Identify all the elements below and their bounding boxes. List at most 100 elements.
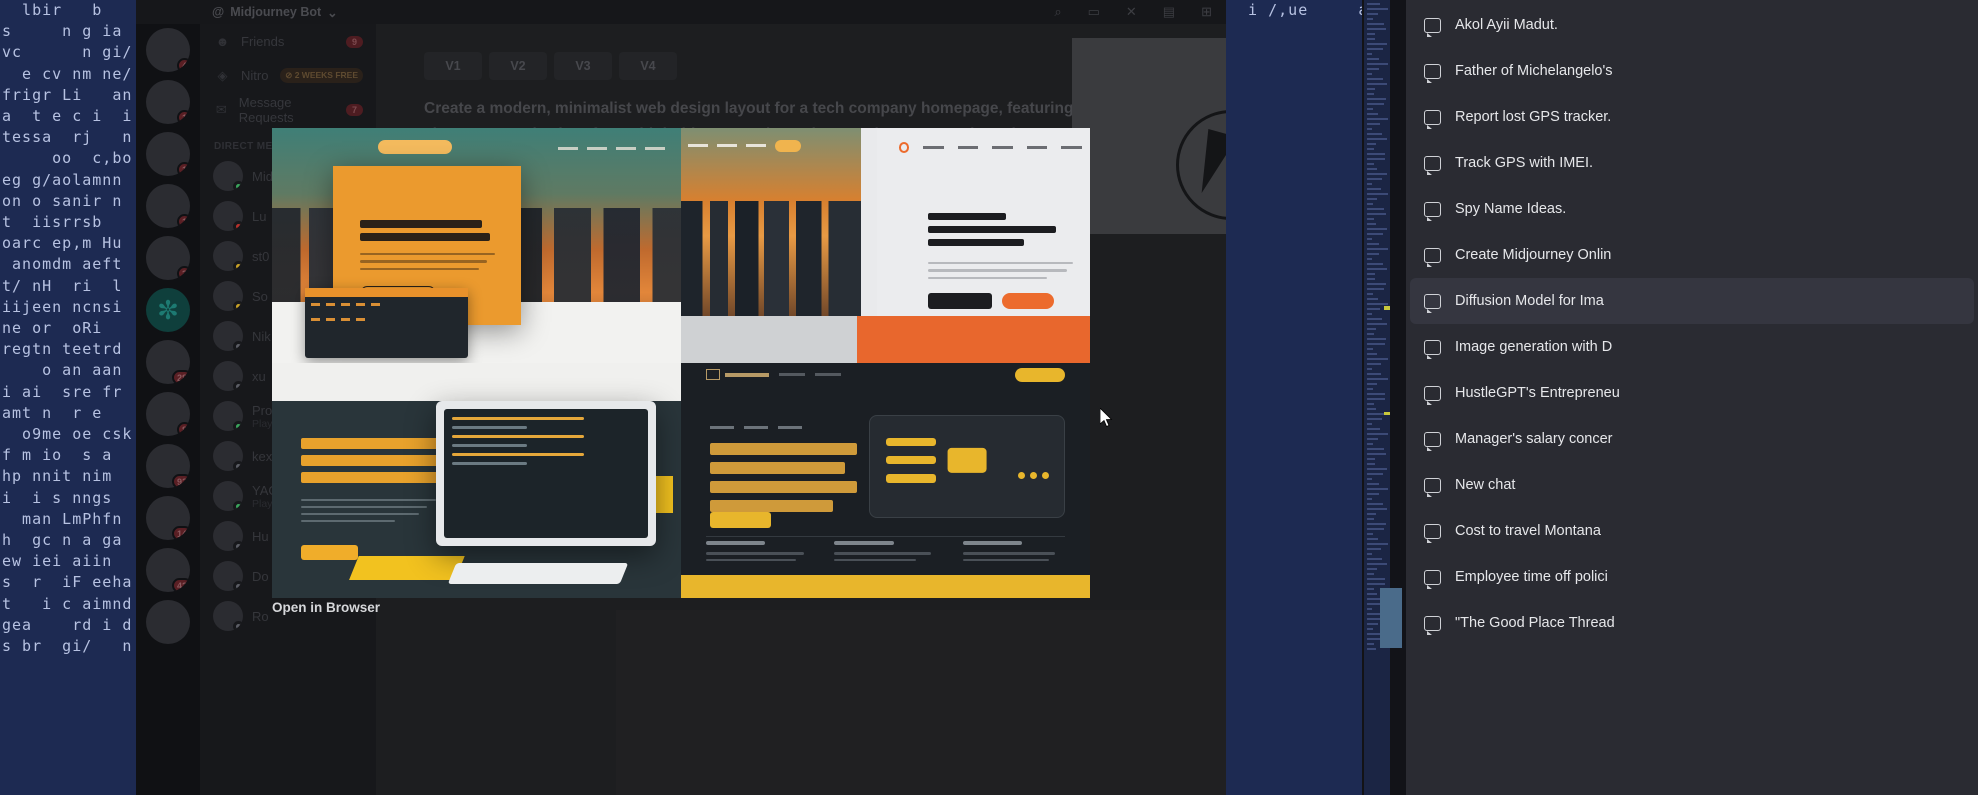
channel-title[interactable]: @ Midjourney Bot ⌄ (212, 5, 338, 20)
chat-list-item[interactable]: "The Good Place Thread (1410, 600, 1974, 646)
code-line: h gc n a ga (2, 531, 123, 550)
guild-avatar-openai[interactable]: ✼ (146, 288, 190, 332)
chat-bubble-icon (1424, 293, 1441, 313)
chat-list-item[interactable]: New chat (1410, 462, 1974, 508)
chat-list-item[interactable]: Manager's salary concer (1410, 416, 1974, 462)
dm-meta: Hu (252, 529, 269, 544)
chat-list-item[interactable]: Track GPS with IMEI. (1410, 140, 1974, 186)
inbox-icon[interactable]: ▭ (1088, 4, 1100, 20)
version-button-v1[interactable]: V1 (424, 52, 482, 80)
dm-meta: So (252, 289, 268, 304)
minimap-line (1367, 363, 1382, 365)
topbar-cta (1015, 367, 1066, 382)
code-editor-right[interactable]: i /,ue ayh e /Msrt e ,atohmm r oonn n wg… (1226, 0, 1362, 795)
minimap-line (1367, 333, 1375, 335)
chatgpt-conversation-list[interactable]: Akol Ayii Madut. Father of Michelangelo's… (1406, 0, 1978, 795)
guild-rail[interactable]: 4 1 1 1 3 ✼ 28 8 92 14 42 (136, 24, 200, 795)
guild-avatar-8[interactable]: 92 (146, 444, 190, 488)
chat-title: Track GPS with IMEI. (1455, 155, 1594, 171)
guild-avatar-2[interactable]: 1 (146, 80, 190, 124)
city-photo (681, 128, 861, 321)
dm-nav-message-requests[interactable]: ✉ Message Requests 7 (206, 93, 370, 126)
grid-image-3[interactable] (272, 363, 681, 598)
dm-nav-nitro[interactable]: ◈ Nitro ⊘ 2 WEEKS FREE (206, 59, 370, 92)
chat-bubble-icon (1424, 385, 1441, 405)
minimap-line (1367, 123, 1381, 125)
eyebrow-tags (709, 426, 802, 430)
grid-image-4[interactable] (681, 363, 1090, 598)
chat-list-item[interactable]: Image generation with D (1410, 324, 1974, 370)
chat-list-item[interactable]: Create Midjourney Onlin (1410, 232, 1974, 278)
status-dot (233, 621, 243, 631)
grid-image-1[interactable] (272, 128, 681, 363)
minimap-line (1367, 623, 1378, 625)
guild-avatar-10[interactable]: 42 (146, 548, 190, 592)
code-line: hp nnit nim (2, 467, 113, 486)
chat-bubble-icon (1424, 201, 1441, 221)
code-line: t/ nH ri l (2, 276, 123, 295)
grid-image-2[interactable] (681, 128, 1090, 363)
guild-avatar-6[interactable]: 28 (146, 340, 190, 384)
image-lightbox[interactable]: Open in Browser (272, 128, 1090, 615)
version-button-v3[interactable]: V3 (554, 52, 612, 80)
code-line: i ai sre fr (2, 382, 123, 401)
minimap-line (1367, 208, 1385, 210)
minimap-line (1367, 268, 1387, 270)
avatar (213, 561, 243, 591)
dm-username: xu (252, 368, 266, 384)
chat-list-item[interactable]: Employee time off polici (1410, 554, 1974, 600)
version-button-v2[interactable]: V2 (489, 52, 547, 80)
status-dot (233, 221, 243, 231)
guild-avatar-3[interactable]: 1 (146, 132, 190, 176)
help-icon[interactable]: ⊞ (1201, 4, 1212, 20)
minimap-line (1367, 473, 1384, 475)
editor-minimap[interactable] (1364, 0, 1390, 795)
chat-bubble-icon (1424, 615, 1441, 635)
version-button-v4[interactable]: V4 (619, 52, 677, 80)
chat-list-item[interactable]: Akol Ayii Madut. (1410, 2, 1974, 48)
editor-gutter (1390, 0, 1406, 795)
minimap-line (1367, 23, 1384, 25)
open-in-browser-link[interactable]: Open in Browser (272, 600, 380, 615)
guild-avatar-5[interactable]: 3 (146, 236, 190, 280)
guild-avatar-11[interactable] (146, 600, 190, 644)
status-dot (233, 341, 243, 351)
chat-list-item[interactable]: Father of Michelangelo's (1410, 48, 1974, 94)
unread-badge: 28 (171, 370, 190, 384)
guild-avatar-1[interactable]: 4 (146, 28, 190, 72)
status-dot (233, 261, 243, 271)
minimap-line (1367, 443, 1373, 445)
guild-avatar-9[interactable]: 14 (146, 496, 190, 540)
code-line: frigr Li an (2, 85, 133, 104)
dm-username: Lu (252, 208, 267, 224)
cta-button (300, 545, 358, 561)
mouse-cursor (1100, 408, 1113, 428)
screen-root: lbir b s n g ia vc n gi/ e cv nm ne/frigr … (0, 0, 1978, 795)
chat-list-item[interactable]: Report lost GPS tracker. (1410, 94, 1974, 140)
chevron-down-icon: ⌄ (327, 5, 338, 20)
guild-avatar-4[interactable]: 1 (146, 184, 190, 228)
chat-bubble-icon (1424, 155, 1441, 175)
unread-badge: 8 (176, 422, 190, 436)
minimap-line (1367, 418, 1383, 420)
minimap-line (1367, 298, 1379, 300)
pin-icon[interactable]: ✕ (1126, 4, 1137, 20)
unread-count: 7 (345, 103, 363, 116)
search-icon[interactable]: ⌕ (1054, 4, 1061, 20)
dm-nav-friends[interactable]: ☻ Friends 9 (206, 25, 370, 58)
minimap-line (1367, 63, 1388, 65)
guild-avatar-7[interactable]: 8 (146, 392, 190, 436)
background-sliver (1380, 588, 1402, 648)
minimap-line (1367, 83, 1387, 85)
chat-list-item[interactable]: Diffusion Model for Ima (1410, 278, 1974, 324)
chat-list-item[interactable]: Spy Name Ideas. (1410, 186, 1974, 232)
code-editor-left[interactable]: lbir b s n g ia vc n gi/ e cv nm ne/frigr … (0, 0, 136, 795)
chat-list-item[interactable]: Cost to travel Montana (1410, 508, 1974, 554)
chat-list-item[interactable]: HustleGPT's Entrepreneu (1410, 370, 1974, 416)
minimap-line (1367, 533, 1373, 535)
code-line: s br gi/ n (2, 637, 133, 656)
minimap-line (1367, 588, 1374, 590)
members-icon[interactable]: ▤ (1163, 4, 1175, 20)
dm-meta: Lu (252, 209, 266, 224)
chat-bubble-icon (1424, 523, 1441, 543)
